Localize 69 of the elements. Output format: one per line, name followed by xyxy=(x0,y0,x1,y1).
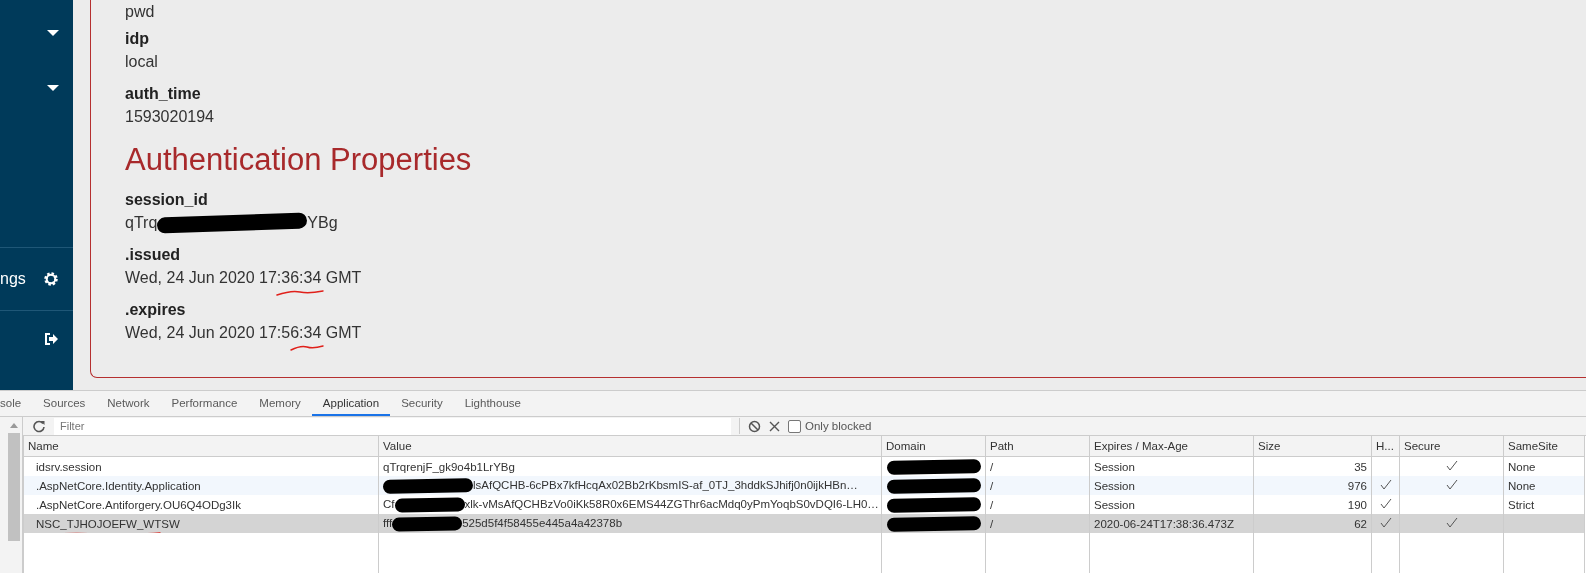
column-header[interactable]: Expires / Max-Age xyxy=(1089,436,1254,457)
table-cell: None xyxy=(1508,479,1536,492)
claim-label: idp xyxy=(125,29,150,49)
table-cell: fff xyxy=(383,516,393,529)
table-cell: Cf xyxy=(383,497,395,510)
devtools-tab[interactable]: Security xyxy=(390,391,454,416)
table-cell: Session xyxy=(1094,460,1135,473)
column-header[interactable]: Size xyxy=(1253,436,1372,457)
devtools-tab[interactable]: Sources xyxy=(32,391,97,416)
column-header[interactable]: SameSite xyxy=(1503,436,1585,457)
table-cell: / xyxy=(990,460,994,473)
claim-value: local xyxy=(125,52,159,72)
property-value: qTrq xyxy=(125,214,158,231)
table-cell: NSC_TJHOJOEFW_WTSW xyxy=(36,517,180,530)
checkbox-label[interactable]: Only blocked xyxy=(805,420,872,432)
table-cell: 2020-06-24T17:38:36.473Z xyxy=(1094,517,1235,530)
caret-down-icon xyxy=(47,29,59,36)
table-cell: / xyxy=(990,479,994,492)
table-cell: 62 xyxy=(1354,517,1367,530)
devtools-tab[interactable]: Performance xyxy=(160,391,249,416)
column-header[interactable]: Path xyxy=(985,436,1090,457)
property-label: .expires xyxy=(125,300,187,320)
caret-down-icon xyxy=(47,84,59,91)
column-header[interactable]: Domain xyxy=(881,436,986,457)
column-header[interactable]: Value xyxy=(378,436,882,457)
table-cell: 35 xyxy=(1354,460,1367,473)
property-label: session_id xyxy=(125,190,209,210)
table-cell: lsAfQCHB-6cPBx7kfHcqAx02Bb2rKbsmIS-af_0TJ_3hddkSJhifj0n0ijkHBn… xyxy=(473,478,858,491)
table-cell: Strict xyxy=(1508,498,1535,511)
property-value: YBg xyxy=(307,213,338,233)
block-icon xyxy=(748,419,761,433)
scrollbar-thumb[interactable] xyxy=(8,433,20,541)
table-cell: xlk-vMsAfQCHBzVo0iKk58R0x6EMS44ZGThr6acMdq0yPmYoqbS0vDQI6-LH0… xyxy=(464,497,879,510)
logout-icon xyxy=(44,331,59,346)
section-heading: Authentication Properties xyxy=(125,141,473,179)
table-cell: Session xyxy=(1094,498,1135,511)
column-header[interactable]: H... xyxy=(1371,436,1400,457)
property-value: Wed, 24 Jun 2020 17:36:34 GMT xyxy=(125,269,362,286)
property-label: .issued xyxy=(125,245,182,265)
table-cell: / xyxy=(990,498,994,511)
filter-field[interactable]: Filter xyxy=(54,417,731,435)
gear-icon xyxy=(43,271,59,287)
close-icon xyxy=(769,420,780,432)
claim-label: auth_time xyxy=(125,84,202,104)
devtools-tab[interactable]: sole xyxy=(0,391,33,416)
scroll-up-icon xyxy=(10,423,18,428)
table-cell: 976 xyxy=(1347,479,1367,492)
table-cell: Session xyxy=(1094,479,1135,492)
table-cell: None xyxy=(1508,460,1536,473)
nav-label[interactable]: ngs xyxy=(0,270,29,288)
table-cell: / xyxy=(990,517,994,530)
table-cell: 190 xyxy=(1347,498,1367,511)
devtools-tab[interactable]: Network xyxy=(96,391,161,416)
refresh-icon xyxy=(33,419,46,433)
claim-value: pwd xyxy=(125,2,156,22)
devtools-tab[interactable]: Lighthouse xyxy=(453,391,532,416)
table-cell: idsrv.session xyxy=(36,460,102,473)
table-cell: qTrqrenjF_gk9o4b1LrYBg xyxy=(383,460,515,473)
claim-value: 1593020194 xyxy=(125,107,215,127)
cookie-row[interactable]: NSC_TJHOJOEFW_WTSW fff 525d5f4f58455e445a4a42378b / 2020-06-24T17:38:36.473Z 62 xyxy=(23,514,1585,533)
table-cell: 525d5f4f58455e445a4a42378b xyxy=(462,516,623,529)
column-header[interactable]: Name xyxy=(23,436,379,457)
devtools-tab[interactable]: Memory xyxy=(248,391,312,416)
table-cell: .AspNetCore.Identity.Application xyxy=(36,479,201,492)
property-value: Wed, 24 Jun 2020 17:56:34 GMT xyxy=(125,324,362,341)
table-cell: .AspNetCore.Antiforgery.OU6Q4ODg3Ik xyxy=(36,498,241,511)
cookie-row[interactable]: .AspNetCore.Identity.Application lsAfQCHB-6cPBx7kfHcqAx02Bb2rKbsmIS-af_0TJ_3hddkSJhifj0n0ijkHBn… / Session 976 None xyxy=(23,476,1585,495)
checkbox[interactable] xyxy=(788,419,801,433)
column-header[interactable]: Secure xyxy=(1399,436,1504,457)
